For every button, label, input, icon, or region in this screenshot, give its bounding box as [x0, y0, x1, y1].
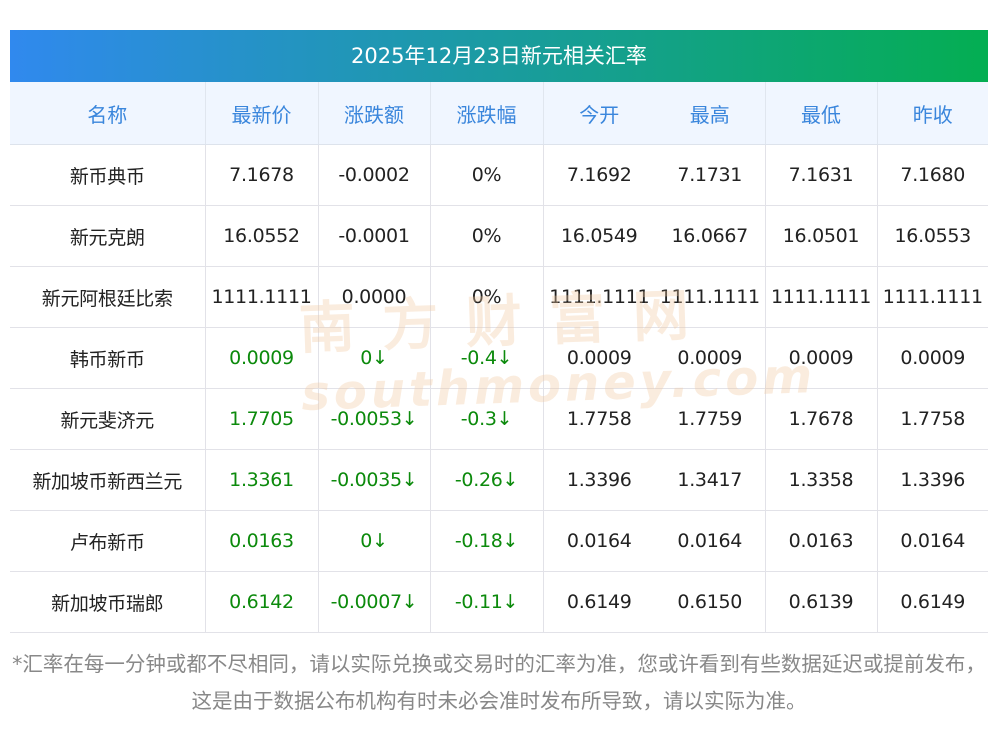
- table-row: 新元阿根廷比索 1111.1111 0.0000 0% 1111.1111 1111.11…: [10, 266, 988, 328]
- rate-cell: -0.11↓: [430, 571, 544, 633]
- column-header: 涨跌幅: [430, 82, 544, 145]
- rate-cell: 16.0667: [655, 205, 766, 267]
- rate-cell: 0.6142: [205, 571, 319, 633]
- rate-cell: 0.6149: [543, 571, 655, 633]
- rate-cell: 0↓: [318, 327, 431, 389]
- column-header: 最低: [765, 82, 878, 145]
- rate-cell: 1111.1111: [877, 266, 988, 328]
- table-row: 新币典币 7.1678 -0.0002 0% 7.1692 7.1731 7.1631 7.1…: [10, 144, 988, 206]
- currency-pair-name: 新加坡币新西兰元: [10, 449, 206, 511]
- table-row: 新元斐济元 1.7705 -0.0053↓ -0.3↓ 1.7758 1.7759 1.76…: [10, 388, 988, 450]
- rate-cell: 0%: [430, 205, 544, 267]
- rate-cell: 0.0009: [877, 327, 988, 389]
- rate-cell: 1.7758: [543, 388, 655, 450]
- column-header: 最新价: [205, 82, 319, 145]
- rate-table: 名称 最新价 涨跌额 涨跌幅 今开 最高 最低 昨收 新币典币 7.1678 -0.0002 0% 7…: [10, 82, 988, 633]
- rate-panel: 2025年12月23日新元相关汇率 名称 最新价 涨跌额 涨跌幅 今开 最高 最低 昨收 新币…: [10, 30, 988, 633]
- rate-cell: 0↓: [318, 510, 431, 572]
- rate-cell: 1111.1111: [205, 266, 319, 328]
- rate-cell: 7.1692: [543, 144, 655, 206]
- rate-cell: 1.3396: [543, 449, 655, 511]
- rate-cell: 0.0164: [877, 510, 988, 572]
- rate-cell: -0.18↓: [430, 510, 544, 572]
- rate-cell: 7.1631: [765, 144, 878, 206]
- rate-cell: 1.7758: [877, 388, 988, 450]
- rate-cell: 1.3396: [877, 449, 988, 511]
- currency-pair-name: 新加坡币瑞郎: [10, 571, 206, 633]
- rate-cell: 7.1678: [205, 144, 319, 206]
- table-row: 新加坡币瑞郎 0.6142 -0.0007↓ -0.11↓ 0.6149 0.6150 0.…: [10, 571, 988, 633]
- rate-cell: 7.1731: [655, 144, 766, 206]
- rate-cell: 1.7678: [765, 388, 878, 450]
- rate-cell: 0.0009: [765, 327, 878, 389]
- rate-cell: -0.3↓: [430, 388, 544, 450]
- rate-cell: 0%: [430, 144, 544, 206]
- rate-cell: 0.6150: [655, 571, 766, 633]
- rate-cell: 0.0163: [765, 510, 878, 572]
- rate-cell: 0.0164: [655, 510, 766, 572]
- rate-cell: -0.0007↓: [318, 571, 431, 633]
- rate-cell: 16.0552: [205, 205, 319, 267]
- column-header: 涨跌额: [318, 82, 431, 145]
- rate-cell: 0.0163: [205, 510, 319, 572]
- panel-title: 2025年12月23日新元相关汇率: [10, 30, 988, 82]
- rate-cell: 1111.1111: [543, 266, 655, 328]
- column-header: 今开: [543, 82, 655, 145]
- table-row: 韩币新币 0.0009 0↓ -0.4↓ 0.0009 0.0009 0.0009 0.000…: [10, 327, 988, 389]
- rate-cell: 16.0501: [765, 205, 878, 267]
- rate-cell: 0.0009: [655, 327, 766, 389]
- table-row: 新加坡币新西兰元 1.3361 -0.0035↓ -0.26↓ 1.3396 1.3417…: [10, 449, 988, 511]
- disclaimer-note: *汇率在每一分钟或都不尽相同，请以实际兑换或交易时的汇率为准，您或许看到有些数据…: [12, 652, 986, 713]
- rate-cell: 7.1680: [877, 144, 988, 206]
- rate-cell: 1.7759: [655, 388, 766, 450]
- rate-cell: 1111.1111: [655, 266, 766, 328]
- rate-cell: 1.3417: [655, 449, 766, 511]
- rate-cell: 0.6149: [877, 571, 988, 633]
- currency-pair-name: 新币典币: [10, 144, 206, 206]
- column-header: 名称: [10, 82, 206, 145]
- rate-cell: -0.0053↓: [318, 388, 431, 450]
- rate-cell: -0.0035↓: [318, 449, 431, 511]
- rate-cell: 16.0553: [877, 205, 988, 267]
- rate-cell: 0.0009: [205, 327, 319, 389]
- currency-pair-name: 韩币新币: [10, 327, 206, 389]
- rate-cell: -0.4↓: [430, 327, 544, 389]
- currency-pair-name: 新元斐济元: [10, 388, 206, 450]
- rate-cell: -0.0001: [318, 205, 431, 267]
- rate-cell: -0.26↓: [430, 449, 544, 511]
- currency-pair-name: 新元克朗: [10, 205, 206, 267]
- currency-pair-name: 卢布新币: [10, 510, 206, 572]
- rate-cell: 0.0164: [543, 510, 655, 572]
- rate-cell: 1.3361: [205, 449, 319, 511]
- table-row: 卢布新币 0.0163 0↓ -0.18↓ 0.0164 0.0164 0.0163 0.01…: [10, 510, 988, 572]
- rate-cell: 0.0009: [543, 327, 655, 389]
- rate-cell: 0.6139: [765, 571, 878, 633]
- rate-cell: 1111.1111: [765, 266, 878, 328]
- table-header: 名称 最新价 涨跌额 涨跌幅 今开 最高 最低 昨收: [10, 82, 988, 145]
- rate-cell: 1.3358: [765, 449, 878, 511]
- table-row: 新元克朗 16.0552 -0.0001 0% 16.0549 16.0667 16.050…: [10, 205, 988, 267]
- rate-cell: -0.0002: [318, 144, 431, 206]
- rate-cell: 1.7705: [205, 388, 319, 450]
- column-header: 昨收: [877, 82, 988, 145]
- rate-cell: 0.0000: [318, 266, 431, 328]
- rate-cell: 16.0549: [543, 205, 655, 267]
- currency-pair-name: 新元阿根廷比索: [10, 266, 206, 328]
- column-header: 最高: [655, 82, 766, 145]
- rate-cell: 0%: [430, 266, 544, 328]
